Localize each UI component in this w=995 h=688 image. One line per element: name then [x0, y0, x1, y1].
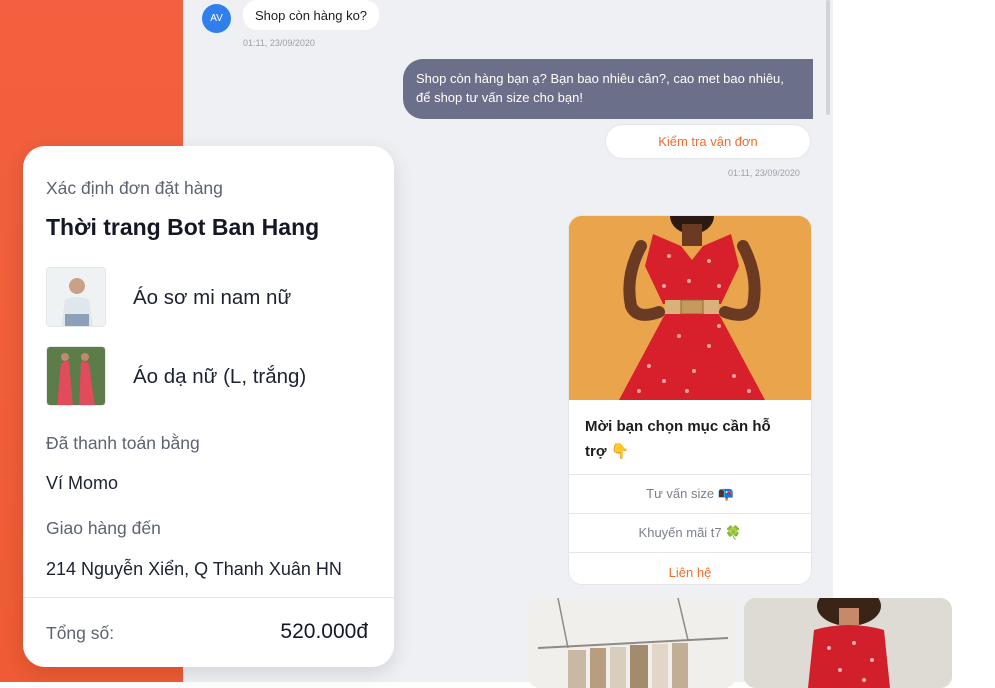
- woman-red-top-thumbnail[interactable]: [744, 598, 952, 688]
- user-avatar: AV: [202, 4, 231, 33]
- avatar-initials: AV: [210, 13, 223, 24]
- outgoing-message-timestamp: 01:11, 23/09/2020: [728, 168, 800, 178]
- incoming-message-timestamp: 01:11, 23/09/2020: [243, 38, 315, 48]
- clothing-rack-thumbnail[interactable]: [528, 598, 736, 688]
- order-item-name: Áo dạ nữ (L, trắng): [133, 365, 307, 388]
- quick-reply-check-shipment-button[interactable]: Kiểm tra vận đơn: [605, 124, 811, 159]
- shipping-label: Giao hàng đến: [46, 518, 161, 538]
- quick-reply-label: Kiểm tra vận đơn: [658, 134, 758, 149]
- order-header: Xác định đơn đặt hàng: [46, 178, 223, 198]
- outgoing-message-text: Shop còn hàng bạn ạ? Bạn bao nhiêu cân?,…: [416, 71, 784, 105]
- order-item-name: Áo sơ mi nam nữ: [133, 286, 292, 309]
- total-divider: [23, 597, 394, 598]
- promotion-button[interactable]: Khuyến mãi t7 🍀: [569, 513, 811, 552]
- payment-label: Đã thanh toán bằng: [46, 433, 200, 453]
- shipping-address: 214 Nguyễn Xiển, Q Thanh Xuân HN: [46, 559, 342, 579]
- contact-button[interactable]: Liên hệ: [569, 552, 811, 584]
- red-dress-product-image: [569, 216, 811, 400]
- chat-scrollbar[interactable]: [826, 0, 830, 115]
- incoming-message-bubble: Shop còn hàng ko?: [243, 0, 380, 30]
- coat-product-thumbnail: [46, 346, 106, 406]
- payment-method: Ví Momo: [46, 473, 119, 493]
- shop-name: Thời trang Bot Ban Hang: [46, 214, 320, 240]
- order-confirmation-card: Xác định đơn đặt hàng Thời trang Bot Ban…: [23, 146, 394, 667]
- size-advice-button[interactable]: Tư vấn size 📭: [569, 474, 811, 513]
- total-label: Tổng số:: [46, 623, 115, 643]
- outgoing-message-bubble: Shop còn hàng bạn ạ? Bạn bao nhiêu cân?,…: [403, 59, 813, 119]
- incoming-message-text: Shop còn hàng ko?: [255, 7, 368, 23]
- card-prompt: Mời bạn chọn mục cần hỗ trợ 👇: [585, 418, 771, 460]
- product-carousel-card: Mời bạn chọn mục cần hỗ trợ 👇 Tư vấn siz…: [568, 215, 812, 585]
- total-amount: 520.000đ: [280, 620, 368, 643]
- shirt-product-thumbnail: [46, 267, 106, 327]
